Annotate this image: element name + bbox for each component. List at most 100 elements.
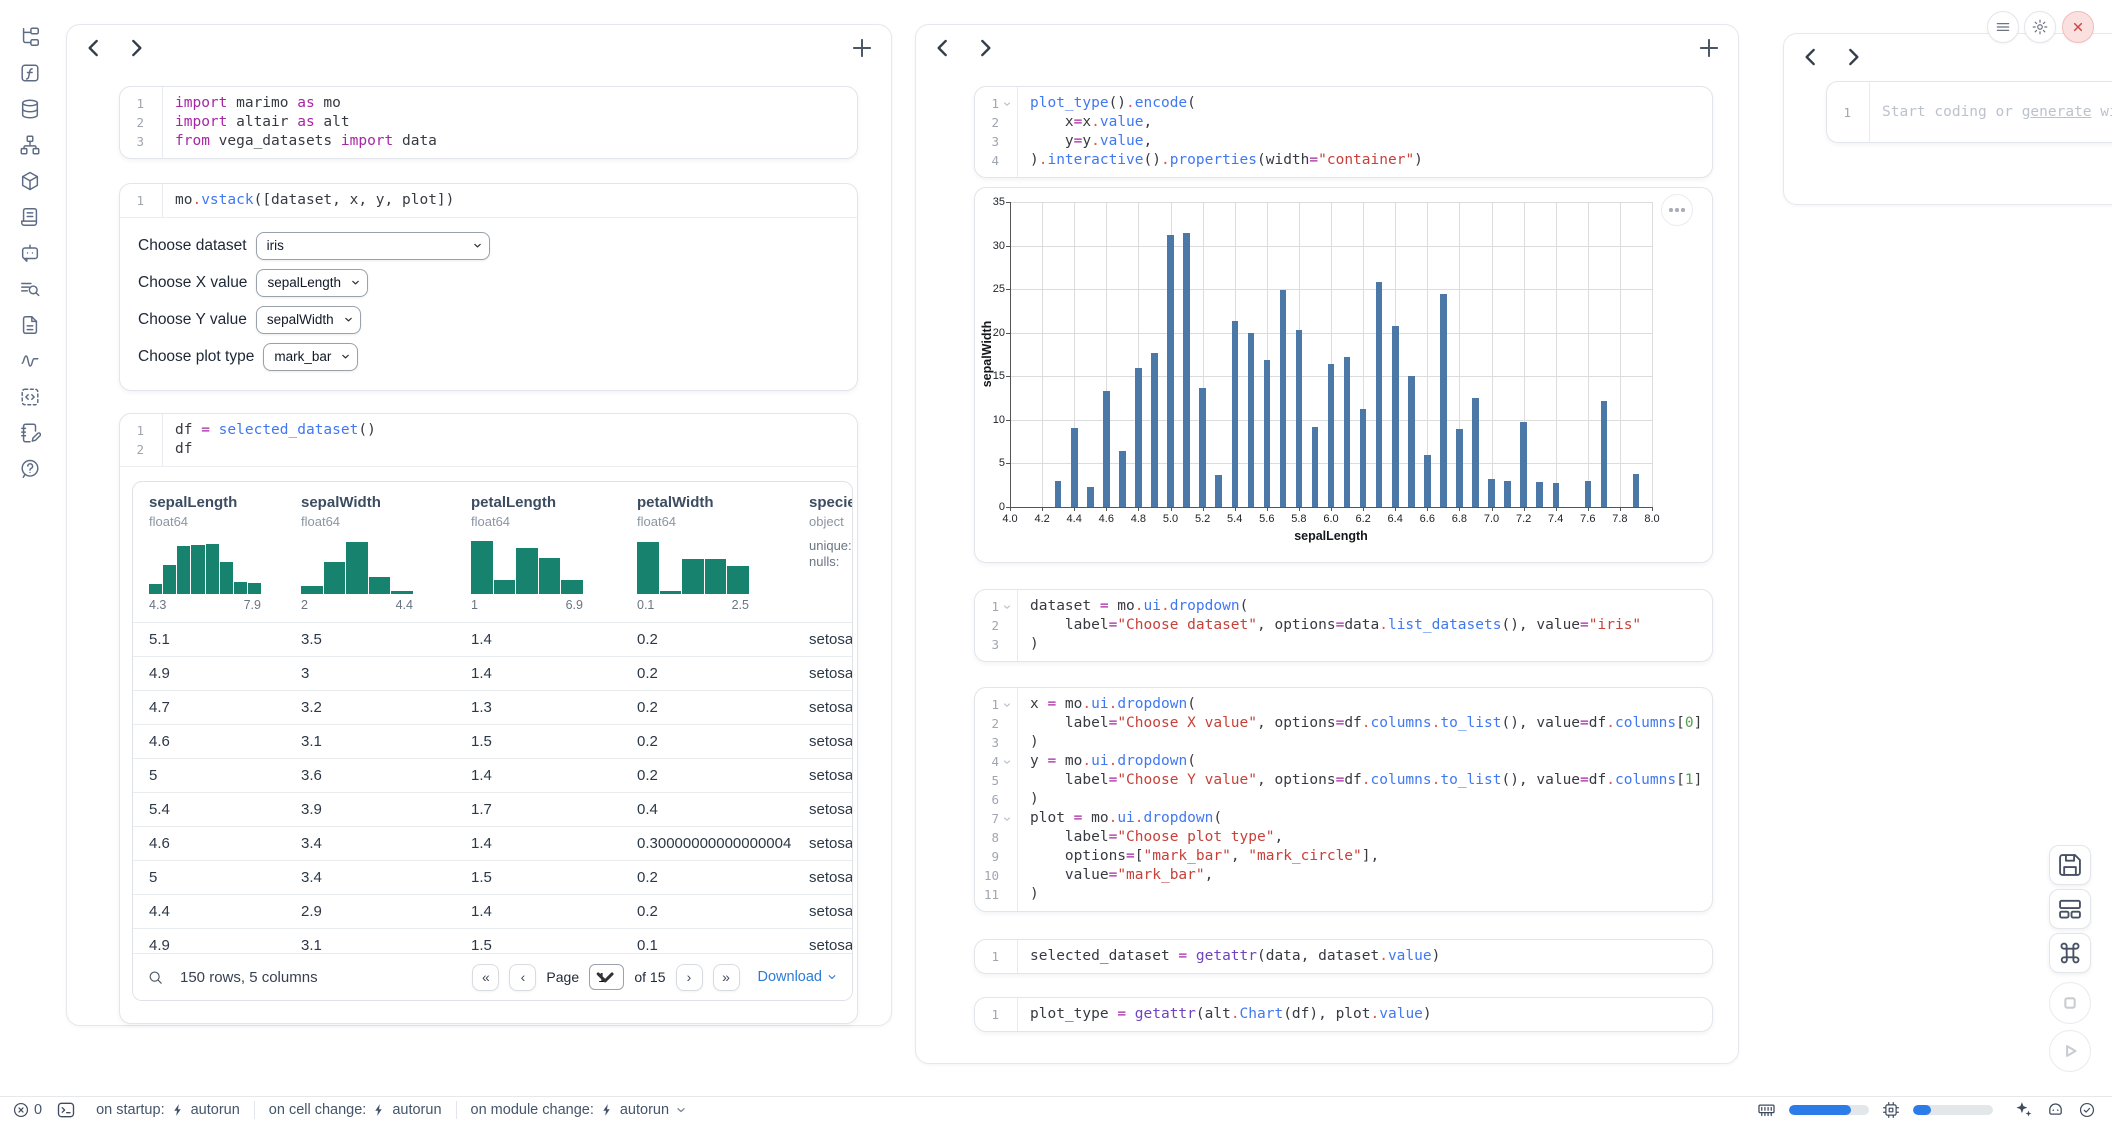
next-page-button[interactable]: › <box>676 964 703 991</box>
chart-bar <box>1119 451 1126 507</box>
save-icon[interactable] <box>2049 845 2091 885</box>
menu-icon[interactable] <box>1987 11 2019 43</box>
layout-grid-icon[interactable] <box>2049 889 2091 929</box>
collapse-icon[interactable] <box>999 814 1015 824</box>
collapse-icon[interactable] <box>999 757 1015 767</box>
page-word: Page <box>546 969 579 985</box>
logs-icon[interactable] <box>19 278 41 300</box>
first-page-button[interactable]: « <box>472 964 499 991</box>
cell-dataframe[interactable]: 12df = selected_dataset()df sepalLengthf… <box>119 413 858 1024</box>
dropdown-choose-plot-type[interactable]: mark_bar <box>263 343 358 371</box>
table-row[interactable]: 4.63.41.40.30000000000000004setosa <box>133 826 853 860</box>
cell-dataset-dropdown[interactable]: 123dataset = mo.ui.dropdown( label="Choo… <box>974 589 1713 662</box>
page-select[interactable]: 1 <box>589 964 624 990</box>
notebook-icon[interactable] <box>19 422 41 444</box>
editor-placeholder: Start coding or generate with AI <box>1870 103 2112 122</box>
dropdown-label: Choose Y value <box>138 311 247 329</box>
cell-output-divider <box>120 466 857 467</box>
generate-link[interactable]: generate <box>2022 104 2092 120</box>
ai-sparkles-icon[interactable] <box>2014 1100 2033 1119</box>
column-header-species[interactable]: speciesobjectunique:nulls: <box>793 494 853 612</box>
collapse-icon[interactable] <box>999 602 1015 612</box>
chevron-down-icon <box>590 962 620 992</box>
dependency-graph-icon[interactable] <box>19 134 41 156</box>
close-icon[interactable] <box>2062 11 2094 43</box>
table-row[interactable]: 4.42.91.40.2setosa <box>133 894 853 928</box>
connection-check-icon[interactable] <box>2078 1101 2096 1119</box>
bar-chart[interactable]: 4.04.24.44.64.85.05.25.45.65.86.06.26.46… <box>975 188 1712 562</box>
code-editor[interactable]: selected_dataset = getattr(data, dataset… <box>1018 940 1440 973</box>
table-row[interactable]: 5.43.91.70.4setosa <box>133 792 853 826</box>
chat-icon[interactable] <box>19 242 41 264</box>
chevron-left-icon[interactable] <box>81 35 107 61</box>
code-editor[interactable]: x = mo.ui.dropdown( label="Choose X valu… <box>1018 688 1702 911</box>
column-left-nav <box>81 35 149 61</box>
code-editor[interactable]: plot_type = getattr(alt.Chart(df), plot.… <box>1018 998 1432 1031</box>
database-icon[interactable] <box>19 98 41 120</box>
table-row[interactable]: 53.41.50.2setosa <box>133 860 853 894</box>
function-icon[interactable] <box>19 62 41 84</box>
error-count-icon[interactable] <box>12 1101 30 1119</box>
code-editor[interactable]: dataset = mo.ui.dropdown( label="Choose … <box>1018 590 1641 661</box>
chevron-right-icon[interactable] <box>1840 44 1866 70</box>
runtime-config-3[interactable]: on module change:autorun <box>457 1097 702 1122</box>
column-header-sepalLength[interactable]: sepalLengthfloat644.37.9 <box>133 494 285 612</box>
dropdown-choose-x-value[interactable]: sepalLength <box>256 269 368 297</box>
snippets-icon[interactable] <box>19 386 41 408</box>
chart-bar <box>1248 333 1255 507</box>
code-editor[interactable]: df = selected_dataset()df <box>163 414 376 466</box>
cell-xy-dropdowns[interactable]: 1234567891011x = mo.ui.dropdown( label="… <box>974 687 1713 912</box>
chart-bar <box>1103 391 1110 507</box>
package-icon[interactable] <box>19 170 41 192</box>
chart-bar <box>1392 326 1399 507</box>
chevron-left-icon[interactable] <box>930 35 956 61</box>
collapse-icon[interactable] <box>999 700 1015 710</box>
collapse-icon[interactable] <box>999 99 1015 109</box>
add-cell-icon[interactable] <box>1696 35 1722 61</box>
cell-plot-type[interactable]: 1plot_type = getattr(alt.Chart(df), plot… <box>974 997 1713 1032</box>
tracing-icon[interactable] <box>19 350 41 372</box>
cell-selected-dataset[interactable]: 1selected_dataset = getattr(data, datase… <box>974 939 1713 974</box>
last-page-button[interactable]: » <box>713 964 740 991</box>
file-tree-icon[interactable] <box>19 26 41 48</box>
gear-icon[interactable] <box>2024 11 2056 43</box>
stop-icon[interactable] <box>2049 982 2091 1024</box>
code-editor[interactable]: import marimo as moimport altair as altf… <box>163 87 437 158</box>
chart-bar <box>1360 409 1367 507</box>
runtime-config-1[interactable]: on startup:autorun <box>82 1097 254 1122</box>
dropdown-choose-y-value[interactable]: sepalWidth <box>256 306 361 334</box>
table-row[interactable]: 4.73.21.30.2setosa <box>133 690 853 724</box>
add-cell-icon[interactable] <box>849 35 875 61</box>
code-editor[interactable]: plot_type().encode( x=x.value, y=y.value… <box>1018 87 1423 177</box>
cell-imports[interactable]: 123import marimo as moimport altair as a… <box>119 86 858 159</box>
chevron-right-icon[interactable] <box>123 35 149 61</box>
prev-page-button[interactable]: ‹ <box>509 964 536 991</box>
terminal-icon[interactable] <box>56 1100 76 1120</box>
chart-bar <box>1376 282 1383 507</box>
table-row[interactable]: 5.13.51.40.2setosa <box>133 622 853 656</box>
cell-empty-editor[interactable]: 1 Start coding or generate with AI <box>1826 81 2112 143</box>
chevron-right-icon[interactable] <box>972 35 998 61</box>
column-header-sepalWidth[interactable]: sepalWidthfloat6424.4 <box>285 494 455 612</box>
code-editor[interactable]: mo.vstack([dataset, x, y, plot]) <box>163 184 454 217</box>
play-icon[interactable] <box>2049 1030 2091 1072</box>
copilot-icon[interactable] <box>2046 1100 2065 1119</box>
table-row[interactable]: 4.63.11.50.2setosa <box>133 724 853 758</box>
chevron-left-icon[interactable] <box>1798 44 1824 70</box>
cell-plot-encode[interactable]: 1234plot_type().encode( x=x.value, y=y.v… <box>974 86 1713 178</box>
table-row[interactable]: 53.61.40.2setosa <box>133 758 853 792</box>
chart-bar <box>1135 368 1142 507</box>
dropdown-choose-dataset[interactable]: iris <box>256 232 490 260</box>
column-header-petalWidth[interactable]: petalWidthfloat640.12.5 <box>621 494 793 612</box>
table-row[interactable]: 4.931.40.2setosa <box>133 656 853 690</box>
search-icon[interactable] <box>147 969 164 986</box>
scratchpad-icon[interactable] <box>19 206 41 228</box>
download-button[interactable]: Download <box>758 969 839 985</box>
chart-menu-icon[interactable] <box>1661 194 1693 226</box>
command-icon[interactable] <box>2049 933 2091 973</box>
runtime-config-2[interactable]: on cell change:autorun <box>255 1097 456 1122</box>
documentation-icon[interactable] <box>19 314 41 336</box>
help-icon[interactable] <box>19 458 41 480</box>
column-header-petalLength[interactable]: petalLengthfloat6416.9 <box>455 494 621 612</box>
cell-vstack[interactable]: 1mo.vstack([dataset, x, y, plot]) Choose… <box>119 183 858 391</box>
